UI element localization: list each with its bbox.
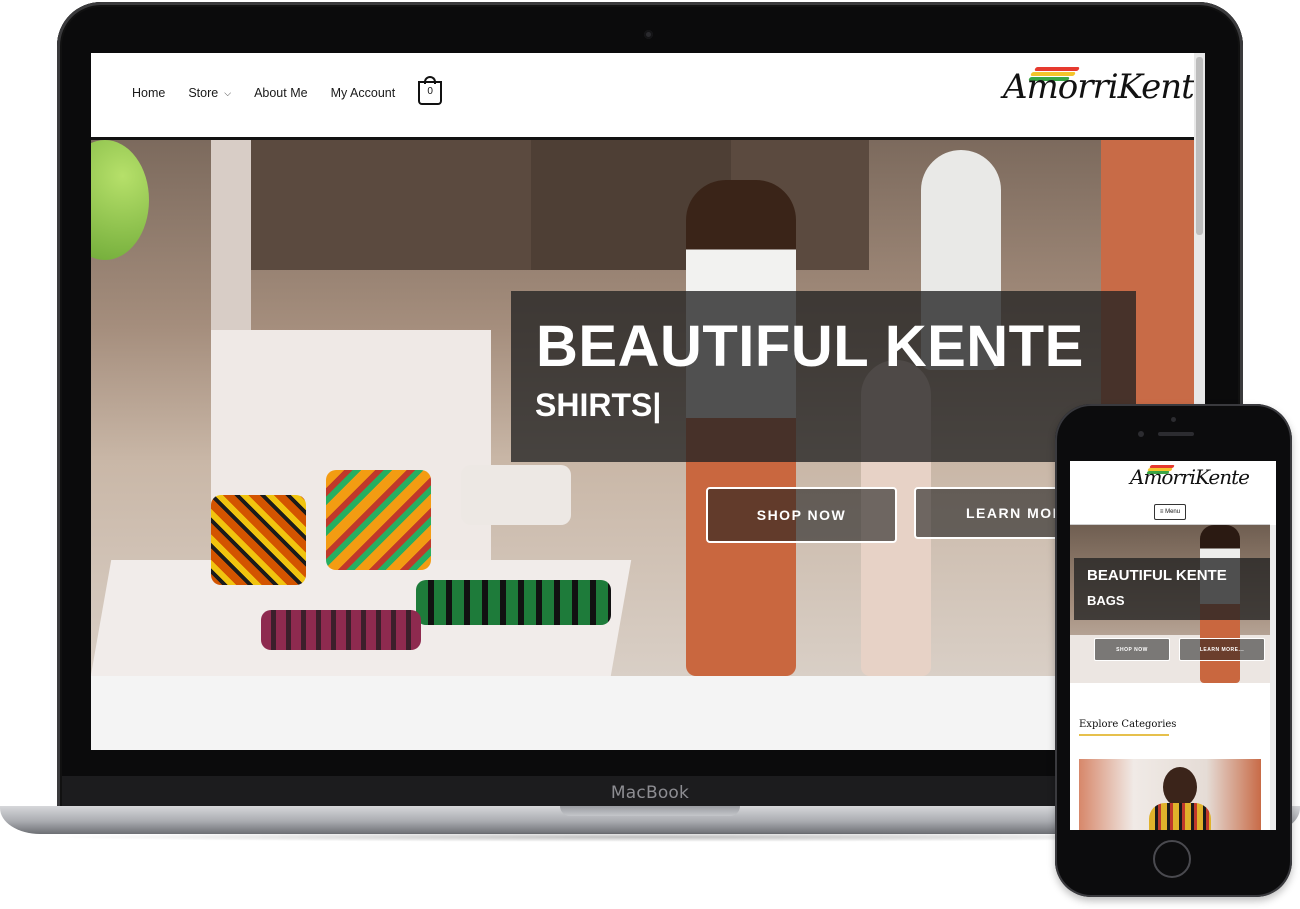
phone-learn-more-button[interactable]: LEARN MORE... <box>1179 638 1265 661</box>
phone-scrollbar[interactable] <box>1270 525 1276 830</box>
hero-subtitle: SHIRTS| <box>535 387 662 423</box>
nav-store[interactable]: Store ⌵ <box>188 86 231 100</box>
explore-categories-heading: Explore Categories <box>1079 719 1177 730</box>
phone-menu-button[interactable]: ≡ Menu <box>1154 504 1186 520</box>
phone-hero-banner: BEAUTIFUL KENTE BAGS SHOP NOW LEARN MORE… <box>1070 525 1270 683</box>
phone-speaker <box>1158 432 1194 436</box>
shop-now-button[interactable]: SHOP NOW <box>706 487 897 543</box>
camera-icon <box>644 30 653 39</box>
phone-sensor <box>1171 417 1176 422</box>
nav-about-me[interactable]: About Me <box>254 86 308 100</box>
hero-photo-balloon <box>91 140 149 260</box>
phone-hero-subtitle: BAGS <box>1087 593 1125 608</box>
phone-logo-text: AmorriKente <box>1130 465 1250 489</box>
hero-banner: BEAUTIFUL KENTE SHIRTS| SHOP NOW LEARN M… <box>91 140 1194 676</box>
phone-camera-icon <box>1138 431 1144 437</box>
hero-photo-bag <box>261 610 421 650</box>
nav-my-account[interactable]: My Account <box>331 86 396 100</box>
laptop-base-notch <box>560 806 740 816</box>
hero-photo-pillow <box>211 495 306 585</box>
scrollbar-thumb[interactable] <box>1196 57 1203 235</box>
phone-shop-now-button[interactable]: SHOP NOW <box>1094 638 1170 661</box>
nav-home[interactable]: Home <box>132 86 165 100</box>
phone-screen: AmorriKente ≡ Menu BEAUTIFUL KENTE BAGS … <box>1070 461 1276 830</box>
hero-title: BEAUTIFUL KENTE <box>536 314 1084 379</box>
nav-store-label: Store <box>188 86 219 100</box>
logo-text: AmorriKente <box>1003 67 1205 107</box>
category-photo-person <box>1163 767 1197 807</box>
phone-hero-title: BEAUTIFUL KENTE <box>1087 567 1227 584</box>
phone-home-button[interactable] <box>1153 840 1191 878</box>
hero-photo-bag <box>416 580 611 625</box>
hero-photo-pillow <box>326 470 431 570</box>
main-nav: Home Store ⌵ About Me My Account 0 <box>132 76 443 105</box>
cart-icon[interactable]: 0 <box>418 76 443 105</box>
heading-underline <box>1079 734 1169 736</box>
category-photo-shirt <box>1149 803 1211 830</box>
laptop-screen: Home Store ⌵ About Me My Account 0 Amorr… <box>91 53 1205 750</box>
category-image[interactable] <box>1079 759 1261 830</box>
site-header: Home Store ⌵ About Me My Account 0 Amorr… <box>91 53 1205 140</box>
site-logo[interactable]: AmorriKente <box>999 57 1205 131</box>
cart-count: 0 <box>427 86 433 97</box>
hero-photo-pillow <box>461 465 571 525</box>
chevron-down-icon: ⌵ <box>224 87 232 98</box>
